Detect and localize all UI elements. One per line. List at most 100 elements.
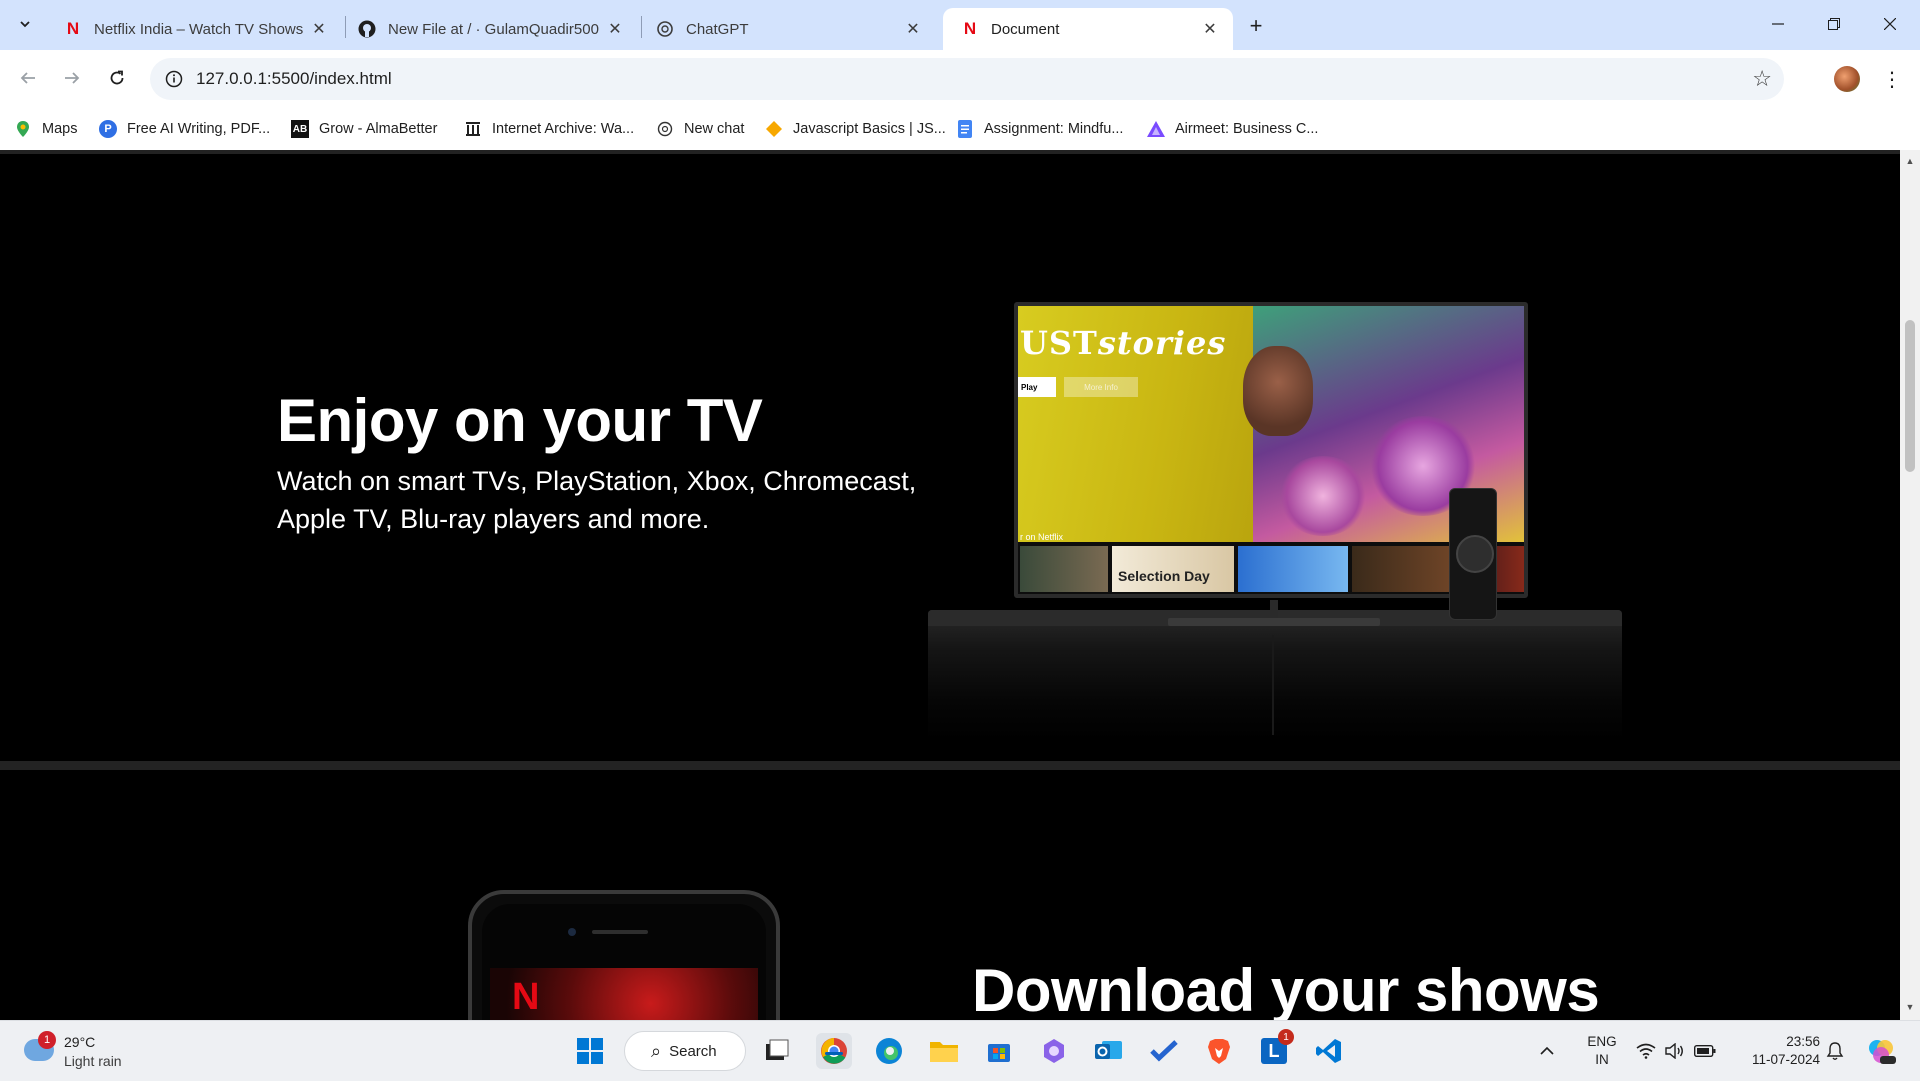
copilot-taskbar-button[interactable] [1036, 1033, 1072, 1069]
archive-icon [464, 120, 482, 138]
tab-document[interactable]: N Document ✕ [943, 8, 1233, 50]
phone-camera [568, 928, 576, 936]
tab-title: Netflix India – Watch TV Shows [94, 20, 304, 38]
todo-taskbar-button[interactable] [1146, 1033, 1182, 1069]
clock-time: 23:56 [1786, 1034, 1820, 1049]
edge-icon [876, 1038, 902, 1064]
close-icon[interactable]: ✕ [902, 18, 924, 40]
bookmark-free-ai-writing[interactable]: P Free AI Writing, PDF... [99, 116, 270, 142]
store-icon [988, 1044, 1010, 1062]
language-line-2: IN [1595, 1052, 1609, 1067]
scroll-up-arrow-icon[interactable]: ▲ [1905, 156, 1915, 166]
browser-menu-icon[interactable]: ⋮ [1882, 64, 1902, 94]
arrow-left-icon [20, 72, 35, 84]
tab-chatgpt[interactable]: ChatGPT ✕ [638, 8, 936, 50]
weather-alert-badge: 1 [38, 1031, 56, 1049]
vscode-taskbar-button[interactable] [1311, 1033, 1347, 1069]
scrollbar-thumb[interactable] [1905, 320, 1915, 472]
address-bar[interactable]: 127.0.0.1:5500/index.html ☆ [150, 58, 1784, 100]
tab-netflix-india[interactable]: N Netflix India – Watch TV Shows ✕ [46, 8, 342, 50]
system-clock[interactable]: 23:56 11-07-2024 [1730, 1033, 1820, 1069]
restore-button[interactable] [1806, 0, 1862, 48]
bookmark-almabetter[interactable]: AB Grow - AlmaBetter [291, 116, 437, 142]
bookmark-maps[interactable]: Maps [14, 116, 77, 142]
search-icon: ⌕ [651, 1040, 662, 1061]
windows-start-icon [577, 1038, 603, 1064]
url-text[interactable]: 127.0.0.1:5500/index.html [196, 69, 392, 89]
docs-icon [956, 120, 974, 138]
show-hidden-icons-button[interactable] [1540, 1021, 1554, 1081]
bookmark-label: Internet Archive: Wa... [492, 121, 635, 137]
diamond-icon [765, 120, 783, 138]
download-section-title: Download your shows [972, 957, 1600, 1020]
close-icon[interactable]: ✕ [1199, 18, 1221, 40]
chevron-up-icon [1540, 1046, 1554, 1055]
bookmark-label: Airmeet: Business C... [1175, 121, 1319, 137]
profile-avatar[interactable] [1834, 66, 1860, 92]
tv-cabinet [928, 610, 1622, 740]
copilot-preview-icon[interactable] [1866, 1021, 1896, 1081]
tab-search-button[interactable] [11, 10, 39, 38]
bookmark-airmeet[interactable]: Airmeet: Business C... [1147, 116, 1318, 142]
remote-dial [1456, 535, 1494, 573]
wifi-icon[interactable] [1636, 1021, 1656, 1081]
scroll-down-arrow-icon[interactable]: ▼ [1905, 1002, 1915, 1012]
volume-icon[interactable] [1664, 1021, 1684, 1081]
start-button[interactable] [572, 1033, 608, 1069]
todo-icon [1150, 1040, 1178, 1062]
tv-section-subtitle: Watch on smart TVs, PlayStation, Xbox, C… [277, 466, 917, 534]
bookmark-star-icon[interactable]: ☆ [1752, 66, 1772, 92]
close-window-button[interactable] [1862, 0, 1918, 48]
linkedin-taskbar-button[interactable]: L 1 [1256, 1029, 1294, 1069]
bookmark-label: New chat [684, 121, 745, 137]
copilot-icon [1044, 1039, 1064, 1063]
store-taskbar-button[interactable] [981, 1033, 1017, 1069]
tab-strip: N Netflix India – Watch TV Shows ✕ New F… [0, 0, 1920, 50]
new-tab-button[interactable]: + [1242, 12, 1270, 40]
task-view-button[interactable] [759, 1033, 795, 1069]
minimize-button[interactable] [1750, 0, 1806, 48]
maps-icon [14, 120, 32, 138]
bookmark-internet-archive[interactable]: Internet Archive: Wa... [464, 116, 634, 142]
phone-speaker [592, 930, 648, 934]
forward-button[interactable] [56, 62, 88, 94]
phone-image: N [468, 890, 780, 1020]
arrow-right-icon [65, 72, 80, 84]
bookmark-new-chat[interactable]: New chat [656, 116, 744, 142]
file-explorer-taskbar-button[interactable] [926, 1033, 962, 1069]
outlook-taskbar-button[interactable] [1091, 1033, 1127, 1069]
screen-flower [1278, 456, 1368, 536]
close-icon[interactable]: ✕ [308, 18, 330, 40]
close-icon[interactable]: ✕ [604, 18, 626, 40]
browser-toolbar: 127.0.0.1:5500/index.html ☆ ⋮ [0, 50, 1920, 108]
chrome-taskbar-button[interactable] [816, 1033, 852, 1069]
reload-button[interactable] [101, 62, 133, 94]
weather-temperature: 29°C [64, 1034, 96, 1050]
bookmark-label: Grow - AlmaBetter [319, 121, 438, 137]
tab-title: ChatGPT [686, 20, 749, 38]
tv-stand-base [1168, 618, 1380, 626]
ai-writing-icon: P [99, 120, 117, 138]
clock-date: 11-07-2024 [1751, 1052, 1820, 1067]
airmeet-icon [1147, 120, 1165, 138]
chrome-running-indicator [825, 1052, 843, 1055]
site-info-icon[interactable] [162, 67, 186, 91]
weather-widget[interactable]: 1 29°C Light rain [20, 1031, 160, 1071]
bookmark-javascript-basics[interactable]: Javascript Basics | JS... [765, 116, 946, 142]
taskbar-search[interactable]: ⌕ Search [624, 1031, 746, 1071]
search-label: Search [669, 1042, 717, 1060]
screen-more-info-button: More Info [1064, 377, 1138, 397]
bookmark-assignment[interactable]: Assignment: Mindfu... [956, 116, 1123, 142]
screen-show-title: USTstories [1020, 324, 1226, 362]
netflix-logo-icon: N [512, 976, 540, 1018]
page-scrollbar[interactable]: ▲ ▼ [1900, 150, 1920, 1020]
language-indicator[interactable]: ENG IN [1584, 1033, 1620, 1069]
brave-taskbar-button[interactable] [1201, 1033, 1237, 1069]
bookmark-label: Assignment: Mindfu... [984, 121, 1124, 137]
tab-github[interactable]: New File at / · GulamQuadir500 ✕ [340, 8, 638, 50]
tab-title: New File at / · GulamQuadir500 [388, 20, 599, 38]
notification-bell-icon[interactable] [1826, 1021, 1844, 1081]
battery-icon[interactable] [1694, 1021, 1716, 1081]
back-button[interactable] [12, 62, 44, 94]
edge-taskbar-button[interactable] [871, 1033, 907, 1069]
